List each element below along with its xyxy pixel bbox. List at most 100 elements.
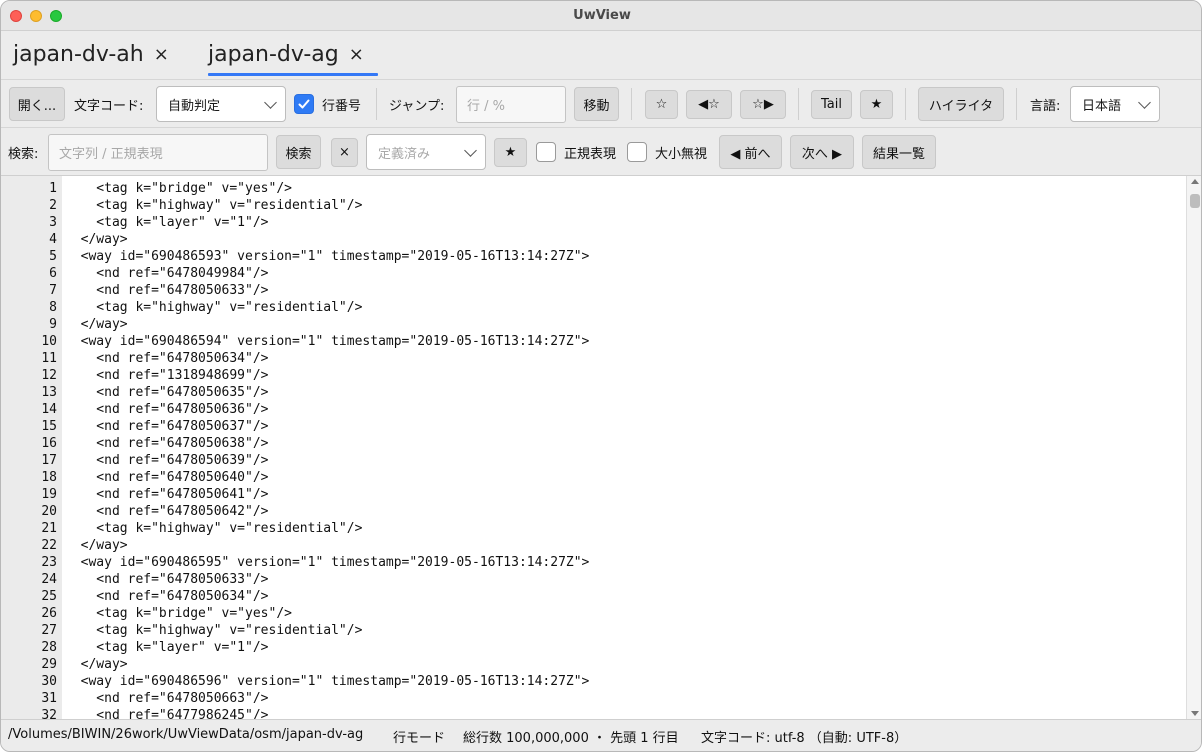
line-number: 31 — [41, 691, 57, 706]
line-number: 15 — [41, 419, 57, 434]
tab-bar: japan-dv-ah × japan-dv-ag × — [1, 31, 1201, 79]
code-line: 1 <tag k="bridge" v="yes"/> — [1, 180, 1181, 197]
line-text: <nd ref="6478050633"/> — [65, 283, 269, 298]
scroll-up-icon[interactable] — [1191, 179, 1199, 184]
line-number: 14 — [41, 402, 57, 417]
clear-search-button[interactable]: × — [331, 138, 358, 167]
highlighter-button[interactable]: ハイライタ — [918, 87, 1004, 121]
search-label: 検索: — [8, 146, 39, 162]
line-text: <nd ref="6478050634"/> — [65, 351, 269, 366]
line-number: 25 — [41, 589, 57, 604]
line-text: <tag k="bridge" v="yes"/> — [65, 606, 292, 621]
line-text: <way id="690486593" version="1" timestam… — [65, 249, 590, 264]
next-bookmark-button[interactable]: ☆▶ — [740, 90, 786, 119]
code-line: 9 </way> — [1, 316, 1181, 333]
line-text: <way id="690486594" version="1" timestam… — [65, 334, 590, 349]
line-text: <tag k="highway" v="residential"/> — [65, 198, 363, 213]
checkmark-icon — [298, 99, 310, 109]
code-line: 21 <tag k="highway" v="residential"/> — [1, 520, 1181, 537]
regex-label: 正規表現 — [564, 146, 617, 162]
tail-star-button[interactable]: ★ — [860, 90, 893, 119]
scrollbar-thumb[interactable] — [1190, 194, 1200, 208]
chevron-down-icon — [1138, 96, 1151, 109]
line-number: 10 — [41, 334, 57, 349]
scroll-down-icon[interactable] — [1191, 711, 1199, 716]
code-line: 26 <tag k="bridge" v="yes"/> — [1, 605, 1181, 622]
results-list-button[interactable]: 結果一覧 — [862, 135, 936, 169]
line-number: 22 — [41, 538, 57, 553]
code-line: 14 <nd ref="6478050636"/> — [1, 401, 1181, 418]
next-match-button[interactable]: 次へ ▶ — [790, 135, 854, 169]
toolbar-divider — [631, 88, 632, 120]
line-text: <nd ref="6478050635"/> — [65, 385, 269, 400]
line-text: <tag k="highway" v="residential"/> — [65, 623, 363, 638]
line-text: <nd ref="1318948699"/> — [65, 368, 269, 383]
tab-label[interactable]: japan-dv-ag — [208, 41, 339, 69]
code-line: 15 <nd ref="6478050637"/> — [1, 418, 1181, 435]
line-count-status: 総行数 100,000,000 ・ 先頭 1 行目 — [463, 731, 679, 746]
vertical-scrollbar[interactable] — [1186, 176, 1201, 720]
code-line: 20 <nd ref="6478050642"/> — [1, 503, 1181, 520]
code-line: 17 <nd ref="6478050639"/> — [1, 452, 1181, 469]
code-line: 13 <nd ref="6478050635"/> — [1, 384, 1181, 401]
preset-placeholder: 定義済み — [378, 146, 431, 162]
ignore-case-checkbox[interactable] — [627, 142, 647, 162]
tab-label[interactable]: japan-dv-ah — [13, 41, 144, 69]
chevron-down-icon — [464, 144, 477, 157]
language-select[interactable]: 日本語 — [1070, 86, 1160, 122]
code-line: 22 </way> — [1, 537, 1181, 554]
regex-checkbox[interactable] — [536, 142, 556, 162]
code-line: 2 <tag k="highway" v="residential"/> — [1, 197, 1181, 214]
code-line: 5 <way id="690486593" version="1" timest… — [1, 248, 1181, 265]
line-text: <way id="690486596" version="1" timestam… — [65, 674, 590, 689]
jump-input[interactable]: 行 / % — [456, 86, 566, 123]
code-line: 4 </way> — [1, 231, 1181, 248]
jump-placeholder: 行 / % — [467, 99, 505, 114]
tab-japan-dv-ag[interactable]: japan-dv-ag × — [208, 41, 364, 77]
line-text: </way> — [65, 538, 128, 553]
tab-japan-dv-ah[interactable]: japan-dv-ah × — [13, 41, 169, 77]
bookmark-button[interactable]: ☆ — [645, 90, 678, 119]
text-viewer[interactable]: 1 <tag k="bridge" v="yes"/> 2 <tag k="hig… — [1, 175, 1201, 723]
line-text: <nd ref="6478050639"/> — [65, 453, 269, 468]
line-text: <nd ref="6478050663"/> — [65, 691, 269, 706]
encoding-select[interactable]: 自動判定 — [156, 86, 286, 122]
line-number: 29 — [41, 657, 57, 672]
preset-select[interactable]: 定義済み — [366, 134, 486, 170]
line-text: <nd ref="6478049984"/> — [65, 266, 269, 281]
search-input[interactable]: 文字列 / 正規表現 — [48, 134, 268, 171]
view-mode: 行モード — [393, 731, 446, 746]
line-list: 1 <tag k="bridge" v="yes"/> 2 <tag k="hig… — [1, 180, 1181, 724]
line-number: 21 — [41, 521, 57, 536]
prev-bookmark-button[interactable]: ◀☆ — [686, 90, 732, 119]
tab-close-icon[interactable]: × — [154, 41, 169, 69]
line-text: <nd ref="6478050641"/> — [65, 487, 269, 502]
toolbar-divider — [376, 88, 377, 120]
preset-star-button[interactable]: ★ — [494, 138, 527, 167]
line-text: <nd ref="6478050640"/> — [65, 470, 269, 485]
code-line: 16 <nd ref="6478050638"/> — [1, 435, 1181, 452]
app-window: UwView japan-dv-ah × japan-dv-ag × 開く...… — [0, 0, 1202, 752]
line-text: <tag k="highway" v="residential"/> — [65, 521, 363, 536]
title-bar: UwView — [1, 1, 1201, 31]
move-button[interactable]: 移動 — [574, 87, 619, 121]
encoding-value: 自動判定 — [168, 98, 221, 114]
line-number: 27 — [41, 623, 57, 638]
line-text: <way id="690486595" version="1" timestam… — [65, 555, 590, 570]
tail-button[interactable]: Tail — [811, 90, 852, 119]
line-text: <nd ref="6478050638"/> — [65, 436, 269, 451]
line-number: 26 — [41, 606, 57, 621]
code-line: 29 </way> — [1, 656, 1181, 673]
encoding-status: 文字コード: utf-8 （自動: UTF-8） — [701, 731, 908, 746]
line-number: 17 — [41, 453, 57, 468]
line-number: 18 — [41, 470, 57, 485]
prev-match-button[interactable]: ◀ 前へ — [719, 135, 782, 169]
search-button[interactable]: 検索 — [276, 135, 321, 169]
line-text: <nd ref="6478050637"/> — [65, 419, 269, 434]
line-number: 6 — [49, 266, 57, 281]
open-button[interactable]: 開く... — [9, 87, 65, 121]
line-text: </way> — [65, 317, 128, 332]
line-number: 20 — [41, 504, 57, 519]
line-numbers-checkbox[interactable] — [294, 94, 314, 114]
tab-close-icon[interactable]: × — [349, 41, 364, 69]
